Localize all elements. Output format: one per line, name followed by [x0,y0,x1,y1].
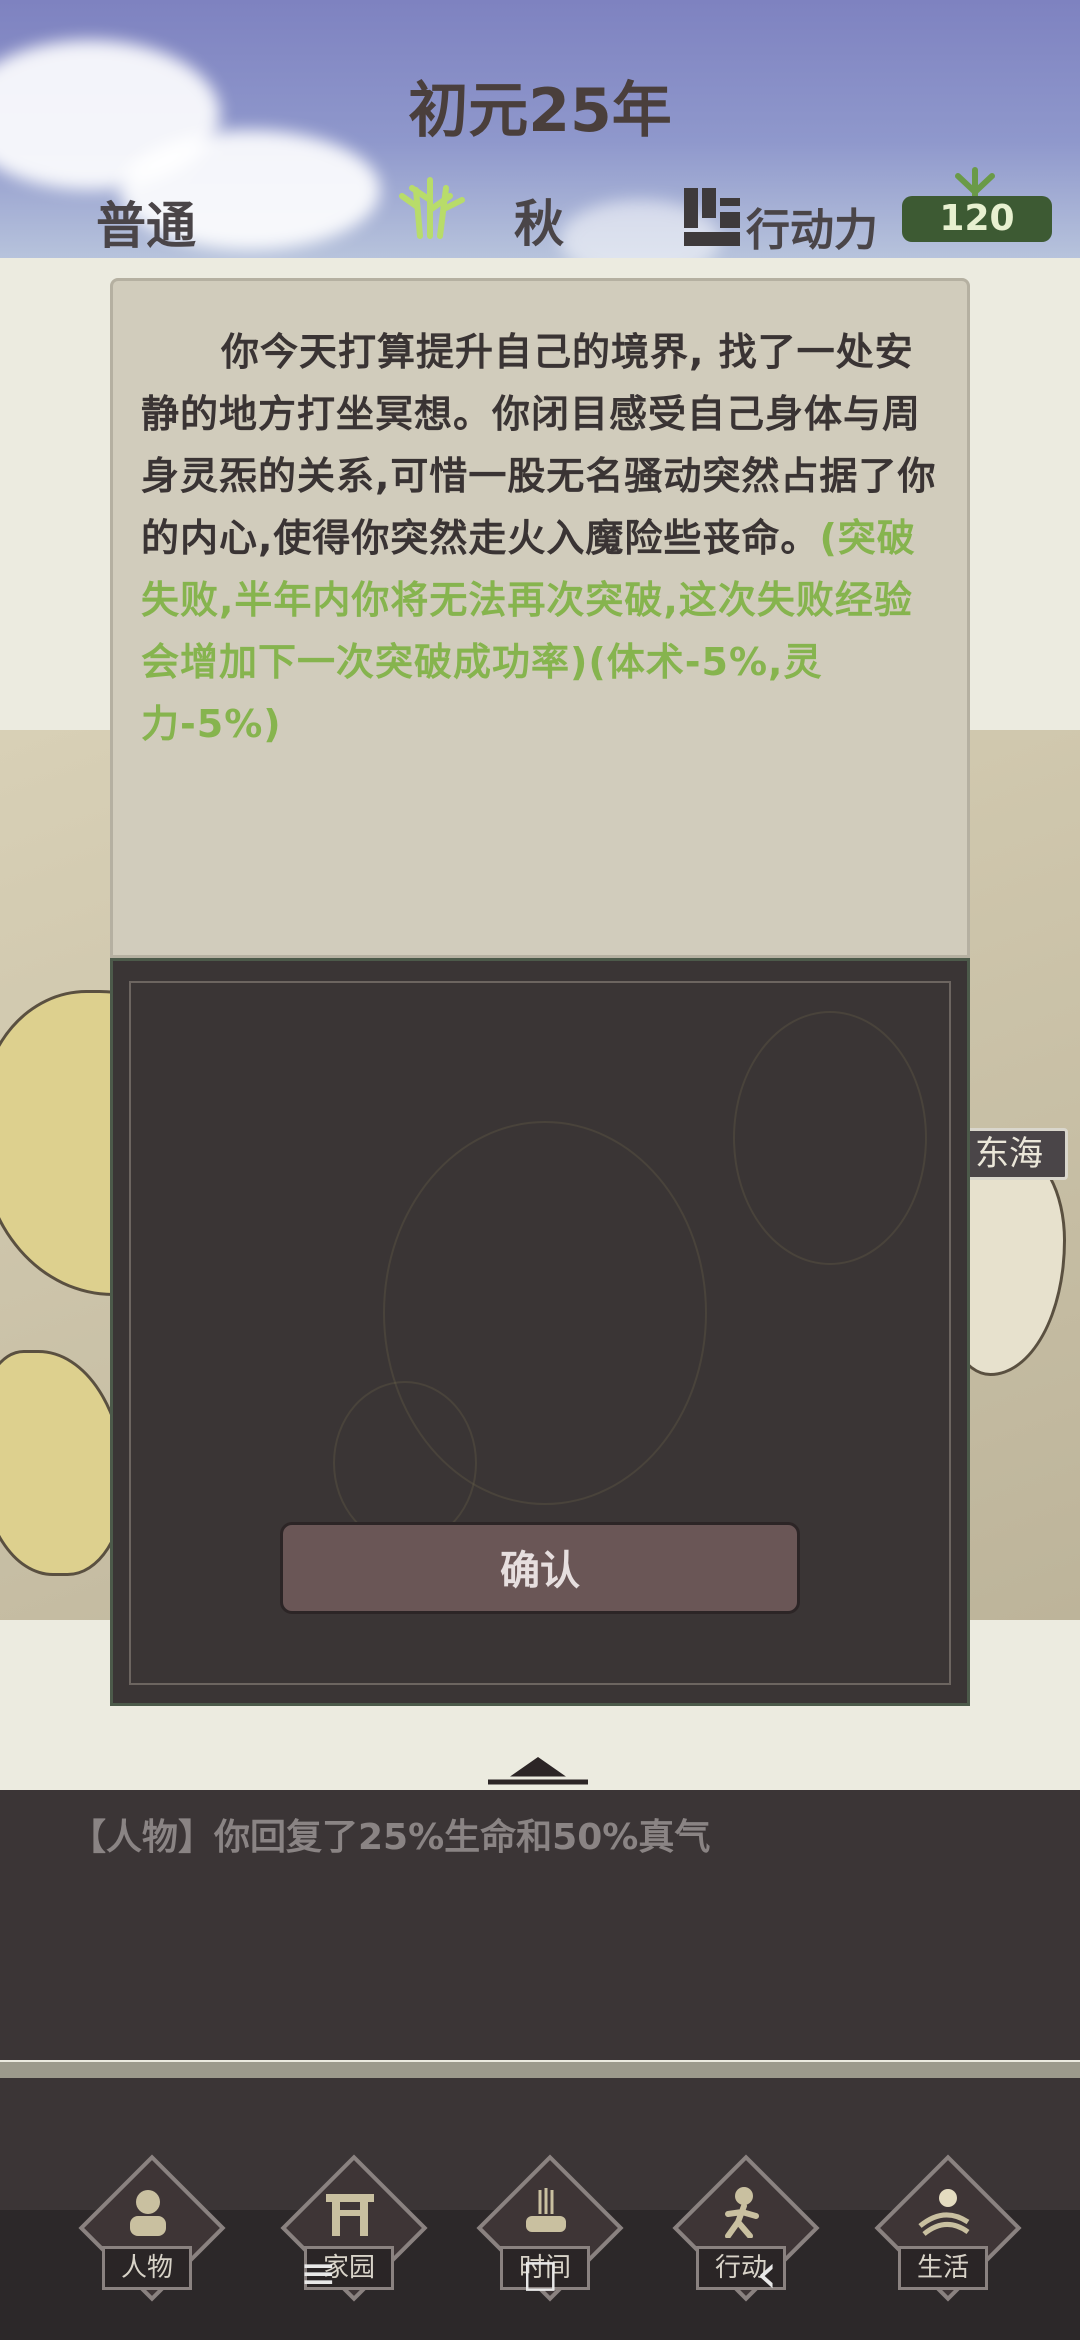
confirm-button[interactable]: 确认 [280,1522,800,1614]
person-icon [130,2190,166,2236]
dialog-text-area: 你今天打算提升自己的境界, 找了一处安静的地方打坐冥想。你闭目感受自己身体与周身… [110,278,970,958]
menu-button[interactable]: ≡ [300,2248,337,2299]
year-title: 初元25年 [408,76,672,146]
dialog-message-text: 你今天打算提升自己的境界, 找了一处安静的地方打坐冥想。你闭目感受自己身体与周身… [141,330,937,560]
swirl-decoration [333,1381,477,1545]
gate-icon [326,2194,374,2236]
building-icon [684,188,740,246]
leaf-icon [955,167,995,198]
action-points-value: 120 [902,196,1052,242]
tab-label: 生活 [898,2246,988,2290]
log-entry: 【人物】你回复了25%生命和50%真气 [70,1817,711,1858]
season-label: 秋 [514,195,564,253]
bamboo-icon [399,177,465,239]
tab-home[interactable]: 家园 [274,2154,428,2308]
panel-handle-ornament[interactable] [468,1756,608,1786]
tab-label: 人物 [102,2246,192,2290]
back-button[interactable]: ‹ [756,2242,778,2305]
divider [0,2062,1080,2078]
action-points-label: 行动力 [746,205,878,256]
swirl-decoration [733,1011,927,1265]
walking-icon [725,2187,759,2238]
top-status-bar: 初元25年 普通 秋 行动力 120 [0,0,1080,258]
event-dialog: 你今天打算提升自己的境界, 找了一处安静的地方打坐冥想。你闭目感受自己身体与周身… [110,278,970,1706]
difficulty-label: 普通 [96,197,196,255]
tab-action[interactable]: 行动 [666,2154,820,2308]
tab-character[interactable]: 人物 [72,2154,226,2308]
incense-icon [526,2188,566,2232]
landscape-icon [918,2189,970,2236]
home-button[interactable]: ◻ [522,2248,559,2299]
dialog-message: 你今天打算提升自己的境界, 找了一处安静的地方打坐冥想。你闭目感受自己身体与周身… [141,321,947,755]
tab-life[interactable]: 生活 [868,2154,1022,2308]
